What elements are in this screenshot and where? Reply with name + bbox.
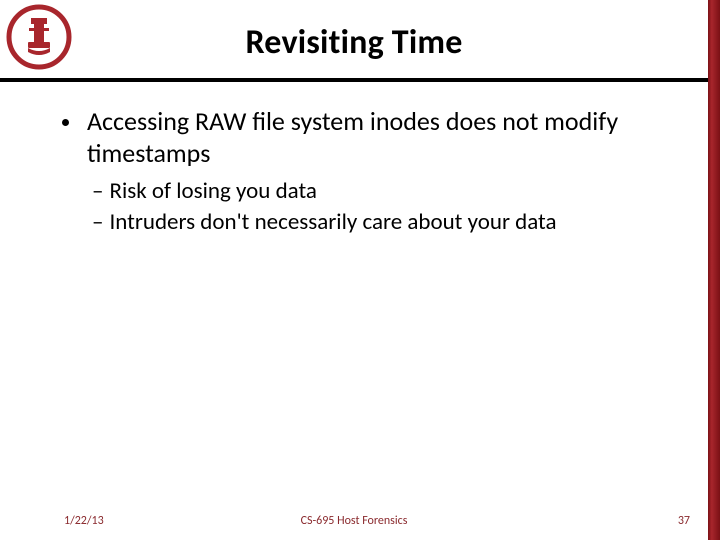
bullet-item: Accessing RAW file system inodes does no… <box>62 106 684 169</box>
bullet-text: Accessing RAW file system inodes does no… <box>87 106 684 169</box>
footer-course: CS-695 Host Forensics <box>0 514 708 528</box>
bullet-dot-icon <box>62 119 69 126</box>
title-underline <box>0 78 708 82</box>
subbullet-list: – Risk of losing you data – Intruders do… <box>92 177 684 237</box>
dash-icon: – <box>92 177 103 206</box>
slide-content: Accessing RAW file system inodes does no… <box>62 106 684 239</box>
subbullet-item: – Risk of losing you data <box>92 177 684 206</box>
dash-icon: – <box>92 208 103 237</box>
subbullet-item: – Intruders don't necessarily care about… <box>92 208 684 237</box>
slide-footer: 1/22/13 CS-695 Host Forensics 37 <box>0 510 708 528</box>
subbullet-text: Risk of losing you data <box>109 177 316 206</box>
accent-side-bar <box>708 0 720 540</box>
footer-page-number: 37 <box>678 514 690 528</box>
slide-title: Revisiting Time <box>0 22 708 63</box>
subbullet-text: Intruders don't necessarily care about y… <box>109 208 556 237</box>
